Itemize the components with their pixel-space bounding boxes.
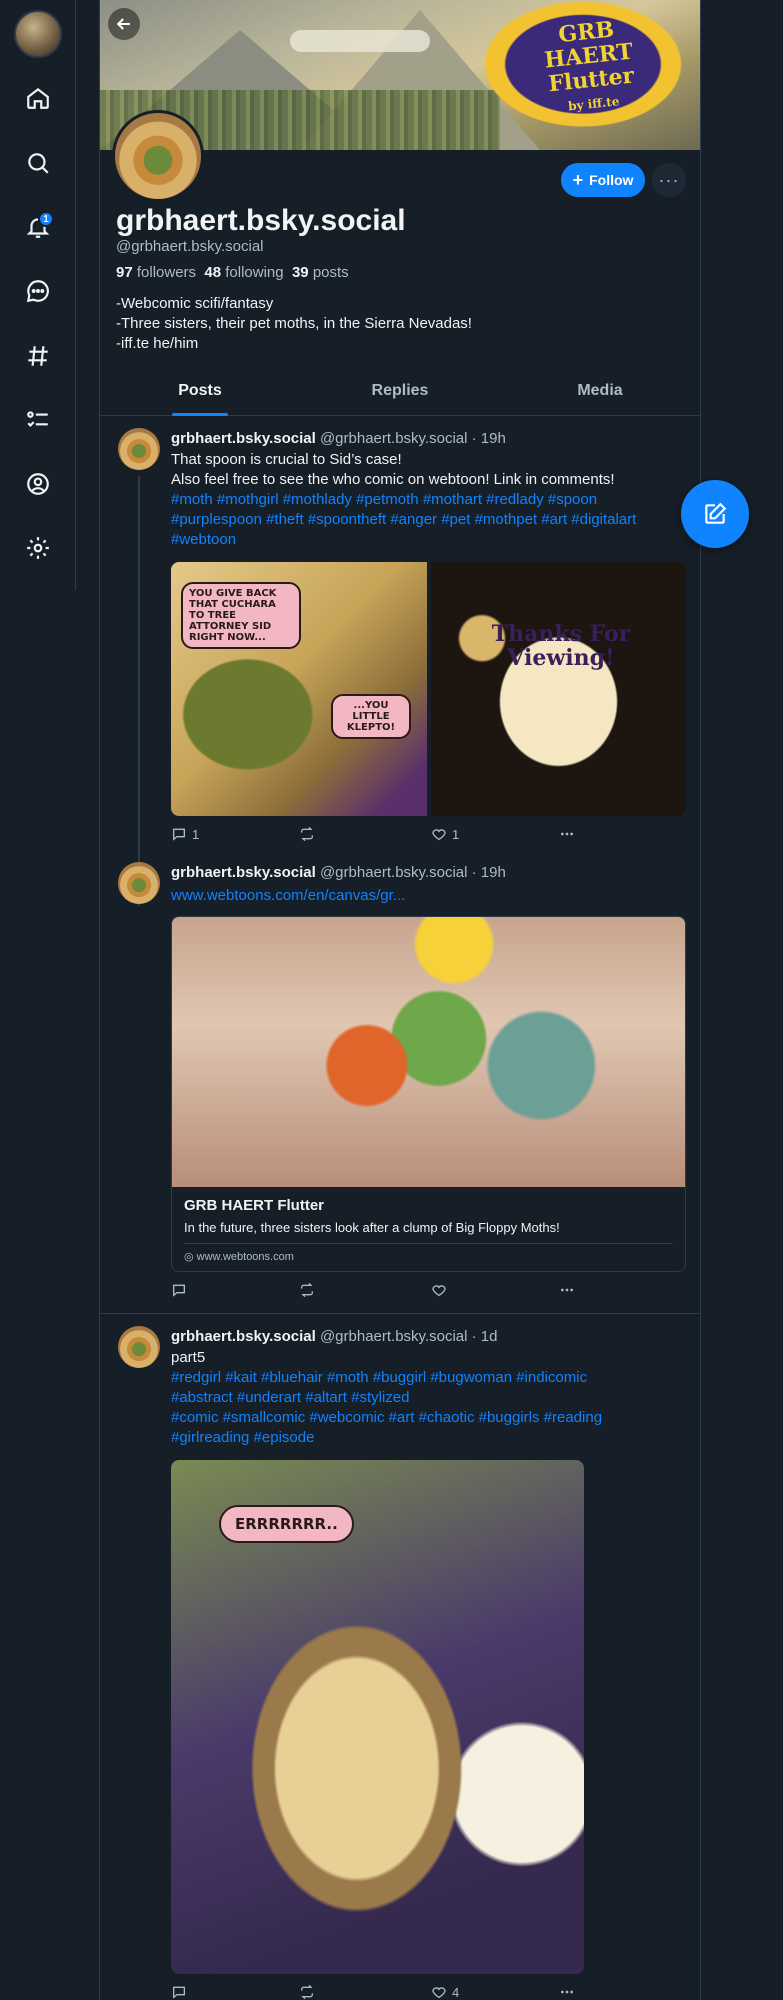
home-icon[interactable] <box>20 80 56 116</box>
post-author[interactable]: grbhaert.bsky.social <box>171 864 316 881</box>
heart-icon <box>432 1987 446 1999</box>
reply-button[interactable]: 1 <box>171 826 199 842</box>
post-author[interactable]: grbhaert.bsky.social <box>171 430 316 447</box>
repost-icon <box>301 1282 313 1298</box>
display-name: grbhaert.bsky.social <box>116 204 406 237</box>
profile-bio: -Webcomic scifi/fantasy -Three sisters, … <box>116 295 472 352</box>
hashtags[interactable]: #moth #mothgirl #mothlady #petmoth #moth… <box>171 490 686 510</box>
hashtag-icon[interactable] <box>20 338 56 374</box>
link-card-title: GRB HAERT Flutter <box>184 1197 324 1214</box>
arrow-left-icon <box>116 18 130 30</box>
like-button[interactable]: 1 <box>431 826 459 842</box>
notification-badge: 1 <box>38 211 54 227</box>
post-divider <box>100 1313 700 1314</box>
follow-button[interactable]: + Follow <box>561 163 645 197</box>
post-more-button[interactable] <box>559 1282 575 1298</box>
post-actions: 4 <box>171 1984 591 2000</box>
post-actions <box>171 1282 591 1302</box>
followers-link[interactable]: 97 followers <box>116 264 196 281</box>
post-more-button[interactable] <box>559 826 575 842</box>
post-header: grbhaert.bsky.social @grbhaert.bsky.soci… <box>171 864 506 881</box>
compose-icon <box>705 502 727 524</box>
post-handle-time: @grbhaert.bsky.social · 19h <box>319 430 506 447</box>
reply-button[interactable] <box>171 1984 192 2000</box>
ellipsis-icon <box>561 832 573 836</box>
hashtags[interactable]: #comic #smallcomic #webcomic #art #chaot… <box>171 1408 686 1428</box>
gear-icon[interactable] <box>20 530 56 566</box>
repost-button[interactable] <box>299 1984 315 2000</box>
left-nav: 1 <box>0 0 76 590</box>
back-button[interactable] <box>108 8 140 40</box>
like-button[interactable] <box>431 1282 452 1298</box>
tab-media[interactable]: Media <box>500 372 700 415</box>
ellipsis-icon <box>561 1990 573 1994</box>
repost-icon <box>301 1984 313 2000</box>
tab-replies[interactable]: Replies <box>300 372 500 415</box>
plus-icon: + <box>572 170 584 190</box>
post-text: part5 #redgirl #kait #bluehair #moth #bu… <box>171 1348 686 1448</box>
banner-logo-text: GRB HAERT Flutter by iff.te <box>543 16 636 114</box>
speech-bubble: YOU GIVE BACK THAT CUCHARA TO TREE ATTOR… <box>181 582 301 649</box>
post-actions: 1 1 <box>171 826 591 846</box>
tab-posts[interactable]: Posts <box>100 372 300 416</box>
post-header: grbhaert.bsky.social @grbhaert.bsky.soci… <box>171 430 506 447</box>
following-link[interactable]: 48 following <box>204 264 283 281</box>
heart-icon <box>432 829 446 841</box>
profile-avatar[interactable] <box>112 110 204 202</box>
globe-icon: ◎ <box>184 1251 194 1263</box>
post-avatar[interactable] <box>118 428 160 470</box>
post-author[interactable]: grbhaert.bsky.social <box>171 1328 316 1345</box>
repost-button[interactable] <box>299 1282 315 1298</box>
webtoon-link[interactable]: www.webtoons.com/en/canvas/gr... <box>171 887 405 904</box>
profile-stats: 97 followers 48 following 39 posts <box>116 264 349 281</box>
post-image[interactable]: YOU GIVE BACK THAT CUCHARA TO TREE ATTOR… <box>171 562 427 816</box>
like-button[interactable]: 4 <box>431 1984 459 2000</box>
post-avatar[interactable] <box>118 862 160 904</box>
posts-count: 39 posts <box>291 264 349 281</box>
hashtags[interactable]: #redgirl #kait #bluehair #moth #buggirl … <box>171 1368 686 1388</box>
post-image[interactable]: ERRRRRRR.. <box>171 1460 584 1974</box>
link-card-domain: ◎ www.webtoons.com <box>184 1251 294 1263</box>
link-card-description: In the future, three sisters look after … <box>184 1214 673 1244</box>
post-header: grbhaert.bsky.social @grbhaert.bsky.soci… <box>171 1328 497 1345</box>
more-options-button[interactable]: ··· <box>652 163 686 197</box>
hashtags[interactable]: #purplespoon #theft #spoontheft #anger #… <box>171 510 686 530</box>
profile-column: GRB HAERT Flutter by iff.te + Follow ···… <box>99 0 701 2000</box>
profile-icon[interactable] <box>20 466 56 502</box>
user-avatar[interactable] <box>14 10 62 58</box>
reply-icon <box>173 1986 185 1999</box>
hashtags[interactable]: #abstract #underart #altart #stylized <box>171 1388 686 1408</box>
thanks-text: Thanks For Viewing! <box>491 621 631 671</box>
post-text: www.webtoons.com/en/canvas/gr... <box>171 886 686 906</box>
thread-line <box>138 476 140 906</box>
compose-button[interactable] <box>681 480 749 548</box>
reply-icon <box>173 1284 185 1297</box>
repost-icon <box>301 826 313 842</box>
post-text: That spoon is crucial to Sid’s case! Als… <box>171 450 686 550</box>
profile-handle: @grbhaert.bsky.social <box>116 238 264 255</box>
follow-label: Follow <box>589 172 634 188</box>
heart-icon <box>432 1285 446 1297</box>
post-handle-time: @grbhaert.bsky.social · 1d <box>319 1328 498 1345</box>
hashtags[interactable]: #girlreading #episode <box>171 1428 686 1448</box>
speech-bubble: ...YOU LITTLE KLEPTO! <box>331 694 411 739</box>
chat-icon[interactable] <box>20 273 56 309</box>
reply-icon <box>173 828 185 841</box>
hashtags[interactable]: #webtoon <box>171 530 686 550</box>
bell-icon[interactable]: 1 <box>20 209 56 245</box>
post-handle-time: @grbhaert.bsky.social · 19h <box>319 864 506 881</box>
post-image[interactable]: Thanks For Viewing! <box>431 562 686 816</box>
post-avatar[interactable] <box>118 1326 160 1368</box>
reply-button[interactable] <box>171 1282 192 1298</box>
profile-tabs: Posts Replies Media <box>100 372 700 416</box>
link-card-image <box>172 917 685 1187</box>
banner-cloud <box>290 30 430 52</box>
list-icon[interactable] <box>20 402 56 438</box>
speech-bubble: ERRRRRRR.. <box>219 1505 354 1543</box>
ellipsis-icon <box>561 1288 573 1292</box>
link-card[interactable]: GRB HAERT Flutter In the future, three s… <box>171 916 686 1272</box>
post-more-button[interactable] <box>559 1984 575 2000</box>
search-icon[interactable] <box>20 145 56 181</box>
repost-button[interactable] <box>299 826 315 842</box>
